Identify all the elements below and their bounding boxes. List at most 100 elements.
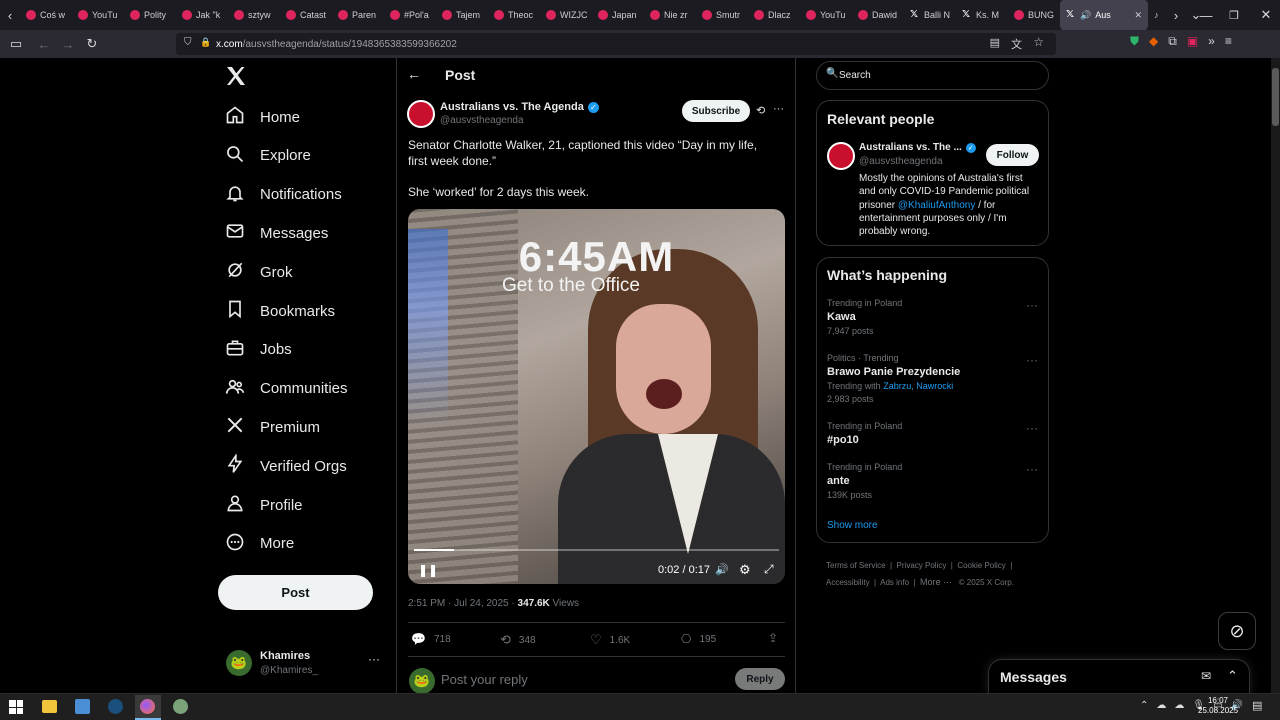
browser-tab[interactable]: BUNG xyxy=(1008,0,1060,30)
browser-tab[interactable]: Paren xyxy=(332,0,384,30)
browser-tab[interactable]: sztyw xyxy=(228,0,280,30)
browser-tab[interactable]: Japan xyxy=(592,0,644,30)
post-more-icon[interactable]: ··· xyxy=(773,103,784,115)
new-message-icon[interactable]: ✉ xyxy=(1201,669,1211,683)
trend-item[interactable]: Trending in Poland ante 139K posts xyxy=(827,462,1037,500)
tray-chevron-icon[interactable]: ⌃ xyxy=(1140,700,1148,711)
browser-tab[interactable]: Nie zr xyxy=(644,0,696,30)
browser-tab[interactable]: Polity xyxy=(124,0,176,30)
clock[interactable]: 16:07 25.08.2025 xyxy=(1198,696,1238,716)
browser-tab[interactable]: Smutr xyxy=(696,0,748,30)
tab-scroll-left-icon[interactable]: ‹ xyxy=(0,3,20,27)
trend-more-icon[interactable]: ··· xyxy=(1026,462,1038,476)
sidebar-item-bookmarks[interactable]: Bookmarks xyxy=(225,299,335,323)
app-icon[interactable] xyxy=(173,699,188,714)
browser-tab[interactable]: WIZJC xyxy=(540,0,592,30)
relevant-name-row[interactable]: Australians vs. The ... ✓ xyxy=(859,142,976,153)
trend-item[interactable]: Trending in Poland Kawa 7,947 posts xyxy=(827,298,1037,336)
browser-tab[interactable]: YouTu xyxy=(800,0,852,30)
extensions-puzzle-icon[interactable]: ⧉ xyxy=(1168,34,1177,49)
post-button[interactable]: Post xyxy=(218,575,373,610)
trend-more-icon[interactable]: ··· xyxy=(1026,421,1038,435)
close-tab-icon[interactable]: ✕ xyxy=(1134,10,1142,21)
settings-gear-icon[interactable]: ⚙ xyxy=(739,562,751,578)
window-restore-icon[interactable]: ❐ xyxy=(1222,3,1246,27)
footer-link[interactable]: Cookie Policy xyxy=(957,561,1005,570)
steam-icon[interactable] xyxy=(108,699,123,714)
trend-with-links[interactable]: Zabrzu, Nawrocki xyxy=(883,381,953,391)
trend-item[interactable]: Trending in Poland #po10 xyxy=(827,421,1037,446)
reply-button[interactable]: Reply xyxy=(735,668,785,690)
sidebar-item-premium[interactable]: Premium xyxy=(225,415,320,439)
account-more-icon[interactable]: ··· xyxy=(368,652,380,666)
back-arrow-icon[interactable]: ← xyxy=(407,66,421,82)
sidebar-item-verified-orgs[interactable]: Verified Orgs xyxy=(225,453,347,478)
speaker-icon[interactable]: 🔊 xyxy=(1080,10,1091,21)
like-action[interactable]: ♡ 1.6K xyxy=(590,632,630,648)
extension-badge-icon[interactable]: ▣ xyxy=(1187,34,1198,49)
x-logo-icon[interactable] xyxy=(224,64,248,88)
show-more-link[interactable]: Show more xyxy=(827,520,878,531)
browser-tab[interactable]: Coś w xyxy=(20,0,72,30)
sidebar-item-profile[interactable]: Profile xyxy=(225,493,303,517)
window-minimize-icon[interactable]: — xyxy=(1194,3,1218,27)
browser-tab[interactable]: Catast xyxy=(280,0,332,30)
overflow-chevron-icon[interactable]: » xyxy=(1208,34,1215,49)
browser-tab[interactable]: Tajem xyxy=(436,0,488,30)
fullscreen-icon[interactable]: ⤢ xyxy=(764,562,774,577)
sidebar-toggle-icon[interactable]: ▭ xyxy=(4,32,28,56)
window-close-icon[interactable]: ✕ xyxy=(1254,3,1278,27)
tab-tiktok[interactable]: ♪ xyxy=(1148,0,1166,30)
footer-link[interactable]: Terms of Service xyxy=(826,561,886,570)
extension-shield-icon[interactable]: ⛊ xyxy=(1130,34,1139,49)
extension-fox-icon[interactable]: ◆ xyxy=(1149,34,1158,49)
post-timestamp[interactable]: 2:51 PM · Jul 24, 2025 · xyxy=(408,598,518,609)
browser-tab[interactable]: YouTu xyxy=(72,0,124,30)
follow-button[interactable]: Follow xyxy=(986,144,1039,166)
bio-mention-link[interactable]: @KhaliufAnthony xyxy=(898,200,975,211)
translate-icon[interactable]: 文 xyxy=(1011,36,1022,52)
url-bar[interactable]: ⛉ 🔒 x.com /ausvstheagenda/status/1948365… xyxy=(176,33,1056,55)
sidebar-item-communities[interactable]: Communities xyxy=(225,377,348,401)
reader-view-icon[interactable]: ▤ xyxy=(990,36,1000,49)
search-box[interactable]: 🔍 Search xyxy=(816,61,1049,90)
video-player[interactable]: 6:45AM Get to the Office ❚❚ 0:02 / 0:17 … xyxy=(408,209,785,584)
grok-floating-button[interactable]: ⊘ xyxy=(1218,612,1256,650)
scrollbar[interactable] xyxy=(1271,58,1280,693)
tab-active[interactable]: 𝕏 🔊 Aus ✕ xyxy=(1060,0,1148,30)
back-arrow-icon[interactable]: ← xyxy=(32,32,56,56)
trend-more-icon[interactable]: ··· xyxy=(1026,353,1038,367)
repost-action[interactable]: ⟲ 348 xyxy=(500,632,536,648)
grok-icon[interactable]: ⟲ xyxy=(756,104,765,117)
reload-icon[interactable]: ↻ xyxy=(80,32,104,56)
volume-icon[interactable]: 🔊 xyxy=(715,563,729,576)
sidebar-item-explore[interactable]: Explore xyxy=(225,144,311,168)
share-icon[interactable]: ⇪ xyxy=(768,631,778,645)
browser-tab[interactable]: Jak "k xyxy=(176,0,228,30)
messages-drawer[interactable]: Messages ✉ ⌃ xyxy=(988,659,1250,695)
subscribe-button[interactable]: Subscribe xyxy=(682,100,750,122)
expand-chevron-icon[interactable]: ⌃ xyxy=(1227,668,1238,684)
sidebar-item-more[interactable]: More xyxy=(225,532,294,556)
trend-item[interactable]: Politics · Trending Brawo Panie Prezyden… xyxy=(827,353,1037,404)
sidebar-item-messages[interactable]: Messages xyxy=(225,221,328,245)
browser-tab[interactable]: Theoc xyxy=(488,0,540,30)
browser-tab[interactable]: Dawid xyxy=(852,0,904,30)
forward-arrow-icon[interactable]: → xyxy=(56,32,80,56)
sidebar-item-jobs[interactable]: Jobs xyxy=(225,338,292,362)
browser-tab[interactable]: 𝕏 Ks. M xyxy=(956,0,1008,30)
relevant-avatar[interactable] xyxy=(827,142,855,170)
notifications-icon[interactable]: ▤ xyxy=(1252,699,1262,712)
firefox-icon[interactable] xyxy=(135,695,161,720)
footer-link[interactable]: More ··· xyxy=(920,577,952,587)
cloud-icon[interactable]: ☁ xyxy=(1174,700,1184,711)
browser-tab[interactable]: 𝕏 Balli N xyxy=(904,0,956,30)
browser-tab[interactable]: #Pol'a xyxy=(384,0,436,30)
sidebar-item-notifications[interactable]: Notifications xyxy=(225,183,342,207)
author-handle[interactable]: @ausvstheagenda xyxy=(440,115,524,126)
footer-link[interactable]: Accessibility xyxy=(826,578,870,587)
relevant-handle[interactable]: @ausvstheagenda xyxy=(859,156,943,167)
sidebar-item-home[interactable]: Home xyxy=(225,105,300,129)
bookmark-star-icon[interactable]: ☆ xyxy=(1033,35,1044,49)
hamburger-menu-icon[interactable]: ≡ xyxy=(1225,34,1232,49)
